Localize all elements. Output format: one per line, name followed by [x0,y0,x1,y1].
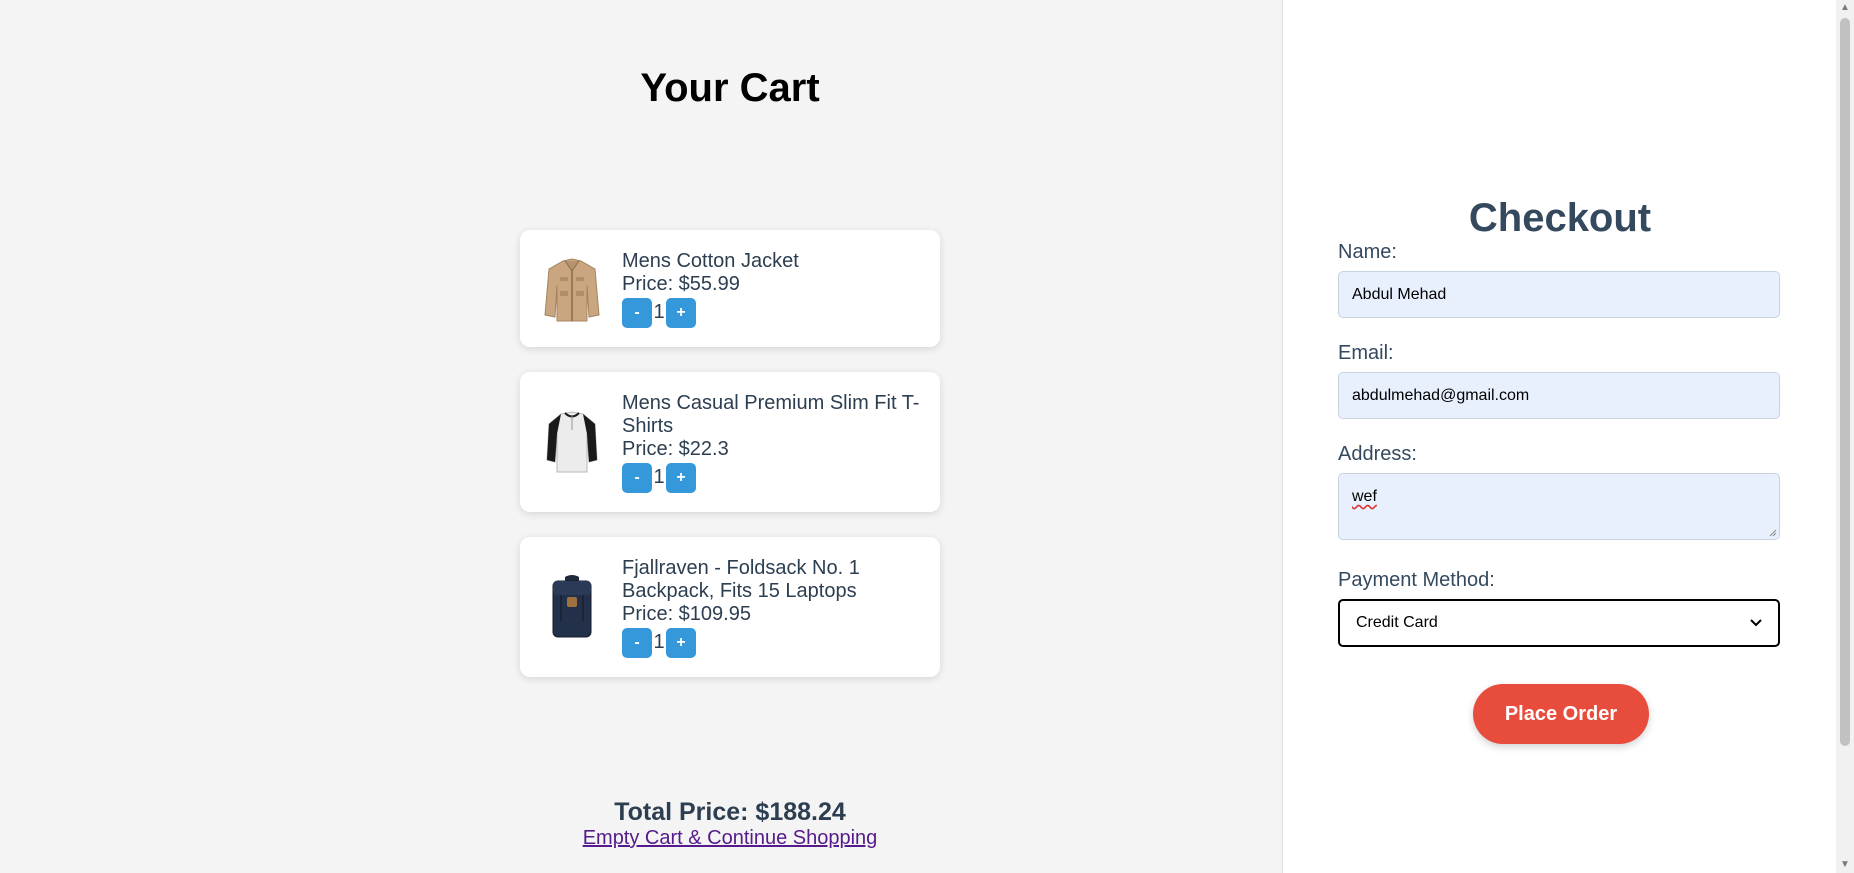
increment-button[interactable]: + [666,462,696,493]
quantity-value: 1 [653,631,665,653]
item-info: Mens Casual Premium Slim Fit T-Shirts Pr… [622,392,920,493]
name-label: Name: [1338,241,1397,263]
scrollbar[interactable]: ▲ ▼ [1836,0,1854,873]
email-label: Email: [1338,342,1394,364]
payment-label: Payment Method: [1338,569,1495,591]
checkout-pane: Checkout Name: Email: Address: wef Payme… [1282,0,1836,873]
item-name: Mens Casual Premium Slim Fit T-Shirts [622,391,920,437]
resize-handle-icon[interactable] [1769,529,1777,537]
decrement-button[interactable]: - [622,462,652,493]
item-price: Price: $22.3 [622,437,729,460]
tshirt-image [542,406,602,478]
quantity-value: 1 [653,466,665,488]
cart-footer: Total Price: $188.24 Empty Cart & Contin… [0,798,1460,850]
decrement-button[interactable]: - [622,627,652,658]
empty-cart-link[interactable]: Empty Cart & Continue Shopping [583,826,878,850]
scrollbar-thumb[interactable] [1840,18,1850,746]
item-name: Mens Cotton Jacket [622,249,799,272]
increment-button[interactable]: + [666,297,696,328]
item-price: Price: $55.99 [622,272,740,295]
quantity-stepper: - 1 + [622,462,920,493]
total-price: Total Price: $188.24 [614,798,846,826]
cart-title: Your Cart [640,66,820,110]
email-field[interactable] [1338,372,1780,419]
increment-button[interactable]: + [666,627,696,658]
scroll-down-icon[interactable]: ▼ [1836,857,1854,873]
backpack-image [542,571,602,643]
address-field[interactable]: wef [1338,473,1780,540]
item-info: Fjallraven - Foldsack No. 1 Backpack, Fi… [622,557,920,658]
item-info: Mens Cotton Jacket Price: $55.99 - 1 + [622,250,799,328]
payment-selected-value: Credit Card [1356,614,1438,631]
payment-method-select[interactable]: Credit Card [1338,599,1780,647]
jacket-image [542,253,602,325]
decrement-button[interactable]: - [622,297,652,328]
address-value: wef [1352,488,1377,505]
cart-item: Mens Cotton Jacket Price: $55.99 - 1 + [520,230,940,347]
cart-item: Fjallraven - Foldsack No. 1 Backpack, Fi… [520,537,940,677]
cart-item: Mens Casual Premium Slim Fit T-Shirts Pr… [520,372,940,512]
place-order-button[interactable]: Place Order [1473,684,1649,744]
scroll-up-icon[interactable]: ▲ [1836,0,1854,16]
cart-pane: Your Cart Mens Cotton Jacket Price: $55.… [0,0,1282,873]
quantity-value: 1 [653,301,665,323]
address-label: Address: [1338,443,1417,465]
cart-list: Mens Cotton Jacket Price: $55.99 - 1 + M… [520,230,940,702]
name-field[interactable] [1338,271,1780,318]
item-price: Price: $109.95 [622,602,751,625]
quantity-stepper: - 1 + [622,627,920,658]
quantity-stepper: - 1 + [622,297,799,328]
item-name: Fjallraven - Foldsack No. 1 Backpack, Fi… [622,556,860,602]
chevron-down-icon [1750,619,1762,627]
checkout-title: Checkout [1468,196,1652,240]
